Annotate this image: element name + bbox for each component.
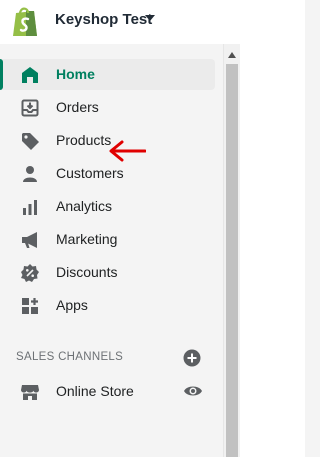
home-icon [22,67,38,83]
store-name[interactable]: Keyshop Test [55,11,152,28]
tag-icon [22,133,39,150]
sidebar-item-customers[interactable]: Customers [0,158,215,189]
top-bar: Keyshop Test [0,0,305,45]
scrollbar-thumb[interactable] [226,64,238,457]
sidebar-item-home[interactable]: Home [0,59,215,90]
storefront-icon [21,385,39,400]
sidebar-item-label: Orders [56,99,99,115]
sidebar-item-label: Home [56,66,95,82]
eye-icon[interactable] [183,383,203,399]
megaphone-icon [22,232,37,248]
sidebar-item-label: Products [56,132,112,148]
sidebar-item-label: Customers [56,165,124,181]
active-indicator [0,59,3,90]
orders-icon [21,99,39,117]
person-icon [23,166,37,182]
sales-channels-heading: SALES CHANNELS [16,351,124,363]
apps-icon [22,298,38,314]
sidebar-item-label: Analytics [56,198,113,214]
sidebar-nav: Home Orders Products Customers Analytics [0,44,223,457]
sidebar-scrollbar[interactable] [223,44,240,457]
sidebar-item-orders[interactable]: Orders [0,92,215,123]
caret-down-icon[interactable] [145,15,155,22]
sidebar-item-apps[interactable]: Apps [0,290,215,321]
sidebar-item-marketing[interactable]: Marketing [0,224,215,255]
main-content-area [240,44,305,457]
red-arrow-icon [109,140,146,162]
sidebar-item-label: Marketing [56,231,118,247]
sidebar-item-label: Online Store [56,383,134,399]
scroll-up-arrow-icon[interactable] [228,52,236,58]
sidebar-item-label: Apps [56,297,88,313]
shopify-bag-icon[interactable] [10,4,40,38]
sidebar-item-discounts[interactable]: Discounts [0,257,215,288]
bar-chart-icon [23,200,37,215]
plus-circle-icon[interactable] [183,349,201,367]
sidebar-item-label: Discounts [56,264,118,280]
discount-icon [21,264,39,282]
sidebar-item-analytics[interactable]: Analytics [0,191,215,222]
